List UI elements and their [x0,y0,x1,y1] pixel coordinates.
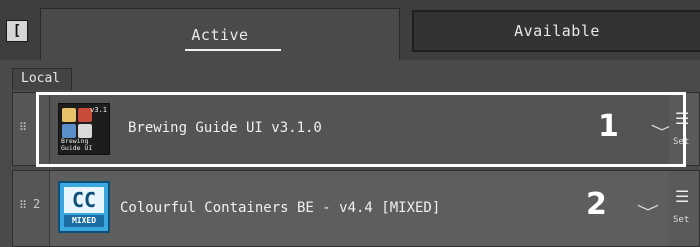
tab-active[interactable]: Active [40,8,400,60]
annotation-number: 2 [586,187,607,222]
settings-button[interactable]: ☰ Set [669,171,699,246]
pack-body[interactable]: CC MIXED Colourful Containers BE - v4.4 … [49,171,671,246]
settings-sliders-icon: ☰ [675,187,690,206]
back-button[interactable]: [ [6,20,28,42]
drag-handle-icon[interactable]: ⠿ [19,121,27,134]
annotation-number: 1 [598,109,619,144]
tab-active-label: Active [191,25,249,44]
tab-active-underline [185,49,281,51]
mixed-badge-text: MIXED [64,215,104,227]
cc-logo-text: CC [64,187,104,213]
pack-index: 2 [33,197,41,211]
chevron-down-icon[interactable]: ﹀ [637,199,659,223]
section-local-label: Local [21,71,61,86]
pack-name: Brewing Guide UI v3.1.0 [128,120,322,136]
drag-handle-icon[interactable]: ⠿ [19,199,27,212]
colourful-containers-pack-icon: CC MIXED [58,181,110,233]
settings-sliders-icon: ☰ [675,109,690,128]
pack-body[interactable]: v3.1 Brewing Guide UI Brewing Guide UI v… [49,93,673,165]
pack-row-colourful-containers[interactable]: ⠿ 2 CC MIXED Colourful Containers BE - v… [12,170,700,247]
pack-row-brewing-guide[interactable]: ⠿ v3.1 Brewing Guide UI Brewing Guide UI… [12,92,700,166]
pack-name: Colourful Containers BE - v4.4 [MIXED] [120,200,441,216]
icon-version-text: v3.1 [90,106,107,114]
brewing-items-grid-icon [62,108,92,138]
section-local-tab[interactable]: Local [12,68,72,90]
tab-available[interactable]: Available [412,10,700,52]
tab-available-label: Available [514,22,600,40]
settings-button[interactable]: ☰ Set [669,93,699,165]
settings-label: Set [673,215,690,225]
icon-caption-text: Brewing Guide UI [61,137,93,152]
settings-label: Set [673,137,690,147]
top-bar: [ Active Available [0,0,700,60]
brewing-guide-pack-icon: v3.1 Brewing Guide UI [58,103,110,155]
